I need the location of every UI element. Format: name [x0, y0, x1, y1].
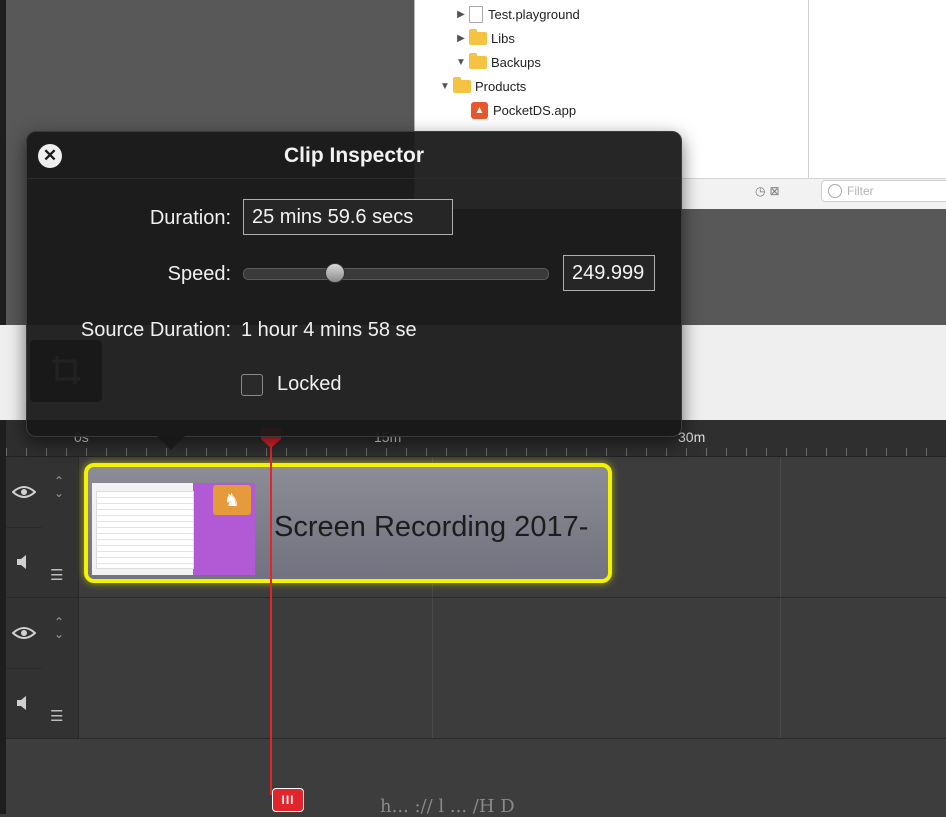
disclosure-down-icon[interactable]: ▼ — [439, 81, 451, 92]
filter-placeholder: Filter — [847, 184, 874, 198]
thumbnail-screen — [96, 491, 194, 569]
app-badge-icon: ♞ — [213, 485, 251, 515]
clip-inspector-popover: ✕ Clip Inspector Duration: 25 mins 59.6 … — [26, 131, 682, 450]
clip-thumbnail: ♞ — [92, 483, 255, 575]
disclosure-right-icon[interactable]: ▶ — [455, 9, 467, 20]
filter-icon — [828, 184, 842, 198]
tree-item-label: Test.playground — [488, 6, 580, 22]
reorder-arrows-icon[interactable]: ⌃ ⌄ — [48, 475, 70, 499]
audio-toggle[interactable] — [6, 527, 42, 597]
source-duration-label: Source Duration: — [80, 319, 231, 341]
source-duration-value: 1 hour 4 mins 58 se — [241, 319, 417, 341]
ruler-label-30m: 30m — [678, 429, 706, 445]
disclosure-down-icon[interactable]: ▼ — [455, 57, 467, 68]
speaker-icon — [17, 555, 26, 569]
speed-label: Speed: — [167, 263, 231, 285]
speaker-icon — [17, 696, 26, 710]
clip-title: Screen Recording 2017- — [274, 511, 589, 543]
track-menu-icon[interactable]: ☰ — [50, 709, 63, 724]
speed-slider[interactable] — [243, 268, 549, 280]
popover-pointer — [157, 436, 185, 450]
eye-icon — [12, 486, 36, 498]
tree-item-backups[interactable]: ▼ Backups — [455, 52, 541, 72]
tree-item-label: Backups — [491, 54, 541, 70]
disclosure-right-icon[interactable]: ▶ — [455, 33, 467, 44]
ruler-ticks — [6, 448, 946, 456]
duration-label: Duration: — [149, 207, 231, 229]
file-icon — [469, 5, 483, 23]
track-menu-icon[interactable]: ☰ — [50, 568, 63, 583]
filter-field[interactable]: Filter — [821, 180, 946, 202]
playhead-handle[interactable]: III — [272, 788, 304, 812]
reorder-arrows-icon[interactable]: ⌃ ⌄ — [48, 616, 70, 640]
folder-icon — [469, 52, 487, 69]
panel-divider — [808, 0, 809, 208]
visibility-toggle[interactable] — [6, 457, 42, 528]
tree-item-label: Products — [475, 78, 527, 94]
duration-field[interactable]: 25 mins 59.6 secs — [243, 199, 453, 235]
grid-line — [780, 598, 781, 738]
locked-label[interactable]: Locked — [277, 373, 342, 396]
visibility-toggle[interactable] — [6, 598, 42, 669]
speed-slider-knob[interactable] — [325, 263, 346, 283]
tree-item-test-playground[interactable]: ▶ Test.playground — [455, 4, 580, 24]
recent-filter-icons[interactable]: ◷⊠ — [755, 184, 784, 198]
app-icon: ▲ — [471, 101, 488, 119]
track-header: ⌃ ⌄ ☰ — [6, 598, 79, 738]
grid-line — [432, 598, 433, 738]
tree-item-products[interactable]: ▼ Products — [439, 76, 526, 96]
track-2[interactable]: ⌃ ⌄ ☰ — [6, 598, 946, 739]
audio-toggle[interactable] — [6, 668, 42, 738]
track-header: ⌃ ⌄ ☰ — [6, 457, 79, 597]
eye-icon — [12, 627, 36, 639]
locked-checkbox[interactable] — [241, 374, 263, 396]
folder-icon — [469, 28, 487, 45]
folder-icon — [453, 76, 471, 93]
speed-field[interactable]: 249.999 — [563, 255, 655, 291]
inspector-header: ✕ Clip Inspector — [27, 132, 681, 179]
tree-item-libs[interactable]: ▶ Libs — [455, 28, 515, 48]
playhead-line[interactable] — [270, 440, 272, 795]
tree-item-label: Libs — [491, 30, 515, 46]
tree-item-pocketds-app[interactable]: ▲ PocketDS.app — [469, 100, 576, 120]
inspector-title: Clip Inspector — [283, 144, 425, 167]
tree-item-label: PocketDS.app — [493, 102, 577, 118]
selected-clip[interactable]: ♞ Screen Recording 2017- — [84, 463, 612, 583]
grid-line — [780, 457, 781, 597]
